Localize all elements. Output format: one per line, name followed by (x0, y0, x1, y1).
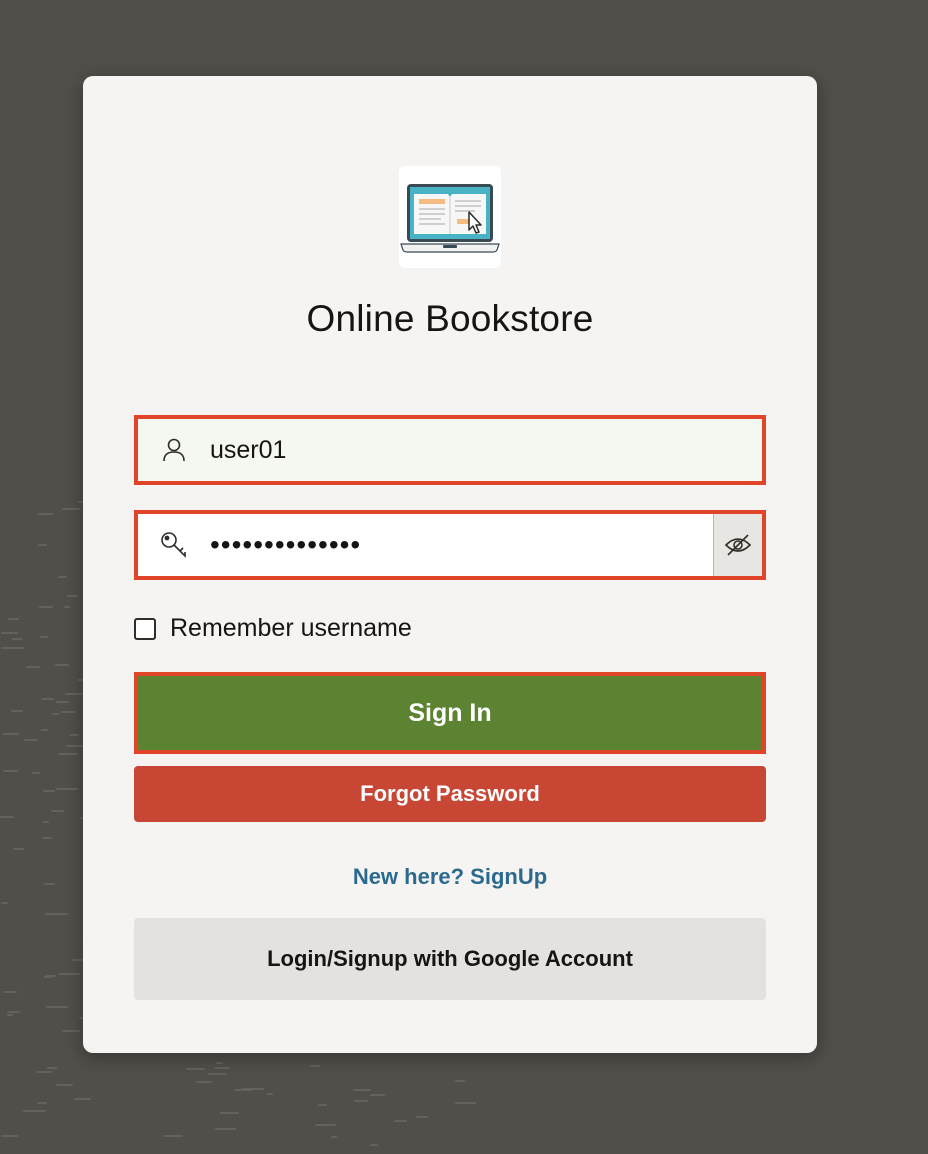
texture-stroke (45, 913, 68, 915)
remember-username-option[interactable]: Remember username (134, 614, 412, 643)
remember-label: Remember username (170, 614, 412, 642)
texture-stroke (67, 595, 78, 597)
texture-stroke (1, 647, 24, 649)
texture-stroke (62, 508, 81, 510)
texture-stroke (3, 991, 17, 993)
texture-stroke (394, 1120, 407, 1122)
texture-stroke (370, 1144, 378, 1146)
login-card: Online Bookstore Re (83, 76, 817, 1053)
texture-stroke (46, 975, 56, 977)
username-field[interactable] (134, 415, 766, 485)
texture-stroke (26, 666, 40, 668)
texture-stroke (41, 729, 48, 731)
texture-stroke (12, 638, 22, 640)
texture-stroke (0, 816, 14, 818)
texture-stroke (58, 753, 78, 755)
texture-stroke (51, 810, 64, 812)
texture-stroke (23, 1110, 46, 1112)
texture-stroke (215, 1128, 236, 1130)
texture-stroke (455, 1080, 465, 1082)
texture-stroke (56, 701, 69, 703)
texture-stroke (58, 576, 67, 578)
password-input[interactable] (210, 514, 713, 576)
texture-stroke (220, 1112, 239, 1114)
texture-stroke (59, 973, 80, 975)
texture-stroke (7, 1014, 13, 1016)
texture-stroke (315, 1124, 336, 1126)
texture-stroke (61, 711, 76, 713)
texture-stroke (65, 693, 82, 695)
forgot-password-button[interactable]: Forgot Password (134, 766, 766, 822)
texture-stroke (38, 513, 53, 515)
signup-link[interactable]: New here? SignUp (83, 864, 817, 890)
laptop-book-icon (399, 166, 501, 268)
texture-stroke (214, 1067, 230, 1069)
texture-stroke (42, 837, 52, 839)
texture-stroke (52, 713, 59, 715)
texture-stroke (32, 772, 40, 774)
username-input[interactable] (210, 419, 762, 481)
texture-stroke (186, 1068, 205, 1070)
texture-stroke (310, 1065, 320, 1067)
texture-stroke (455, 1102, 476, 1104)
texture-stroke (46, 1006, 68, 1008)
texture-stroke (44, 883, 55, 885)
password-field[interactable] (134, 510, 766, 580)
sign-in-button[interactable]: Sign In (134, 672, 766, 754)
texture-stroke (56, 1084, 73, 1086)
remember-checkbox[interactable] (134, 617, 156, 640)
texture-stroke (370, 1094, 385, 1096)
texture-stroke (267, 1093, 273, 1095)
texture-stroke (416, 1116, 428, 1118)
page-title: Online Bookstore (306, 298, 594, 339)
texture-stroke (47, 1067, 57, 1069)
texture-stroke (354, 1100, 368, 1102)
texture-stroke (216, 1062, 223, 1064)
texture-stroke (69, 734, 79, 736)
texture-stroke (208, 1073, 226, 1075)
texture-stroke (39, 606, 53, 608)
texture-stroke (241, 1088, 264, 1090)
texture-stroke (37, 1102, 47, 1104)
texture-stroke (1, 1135, 18, 1137)
texture-stroke (43, 821, 49, 823)
texture-stroke (62, 1030, 80, 1032)
texture-stroke (64, 606, 70, 608)
user-icon (138, 419, 210, 481)
texture-stroke (11, 710, 23, 712)
texture-stroke (196, 1081, 212, 1083)
texture-stroke (36, 1071, 52, 1073)
texture-stroke (24, 739, 38, 741)
texture-stroke (40, 636, 48, 638)
texture-stroke (43, 790, 55, 792)
texture-stroke (318, 1104, 327, 1106)
google-login-button[interactable]: Login/Signup with Google Account (134, 918, 766, 1000)
texture-stroke (41, 698, 54, 700)
texture-stroke (56, 788, 79, 790)
eye-slash-icon[interactable] (713, 514, 762, 576)
texture-stroke (163, 1135, 183, 1137)
texture-stroke (74, 1098, 91, 1100)
texture-stroke (353, 1089, 371, 1091)
texture-stroke (55, 664, 69, 666)
texture-stroke (3, 770, 18, 772)
texture-stroke (7, 1011, 20, 1013)
texture-stroke (38, 544, 47, 546)
texture-stroke (1, 632, 18, 634)
key-icon (138, 514, 210, 576)
texture-stroke (1, 902, 8, 904)
texture-stroke (3, 733, 19, 735)
texture-stroke (13, 848, 24, 850)
texture-stroke (331, 1136, 337, 1138)
texture-stroke (8, 618, 19, 620)
